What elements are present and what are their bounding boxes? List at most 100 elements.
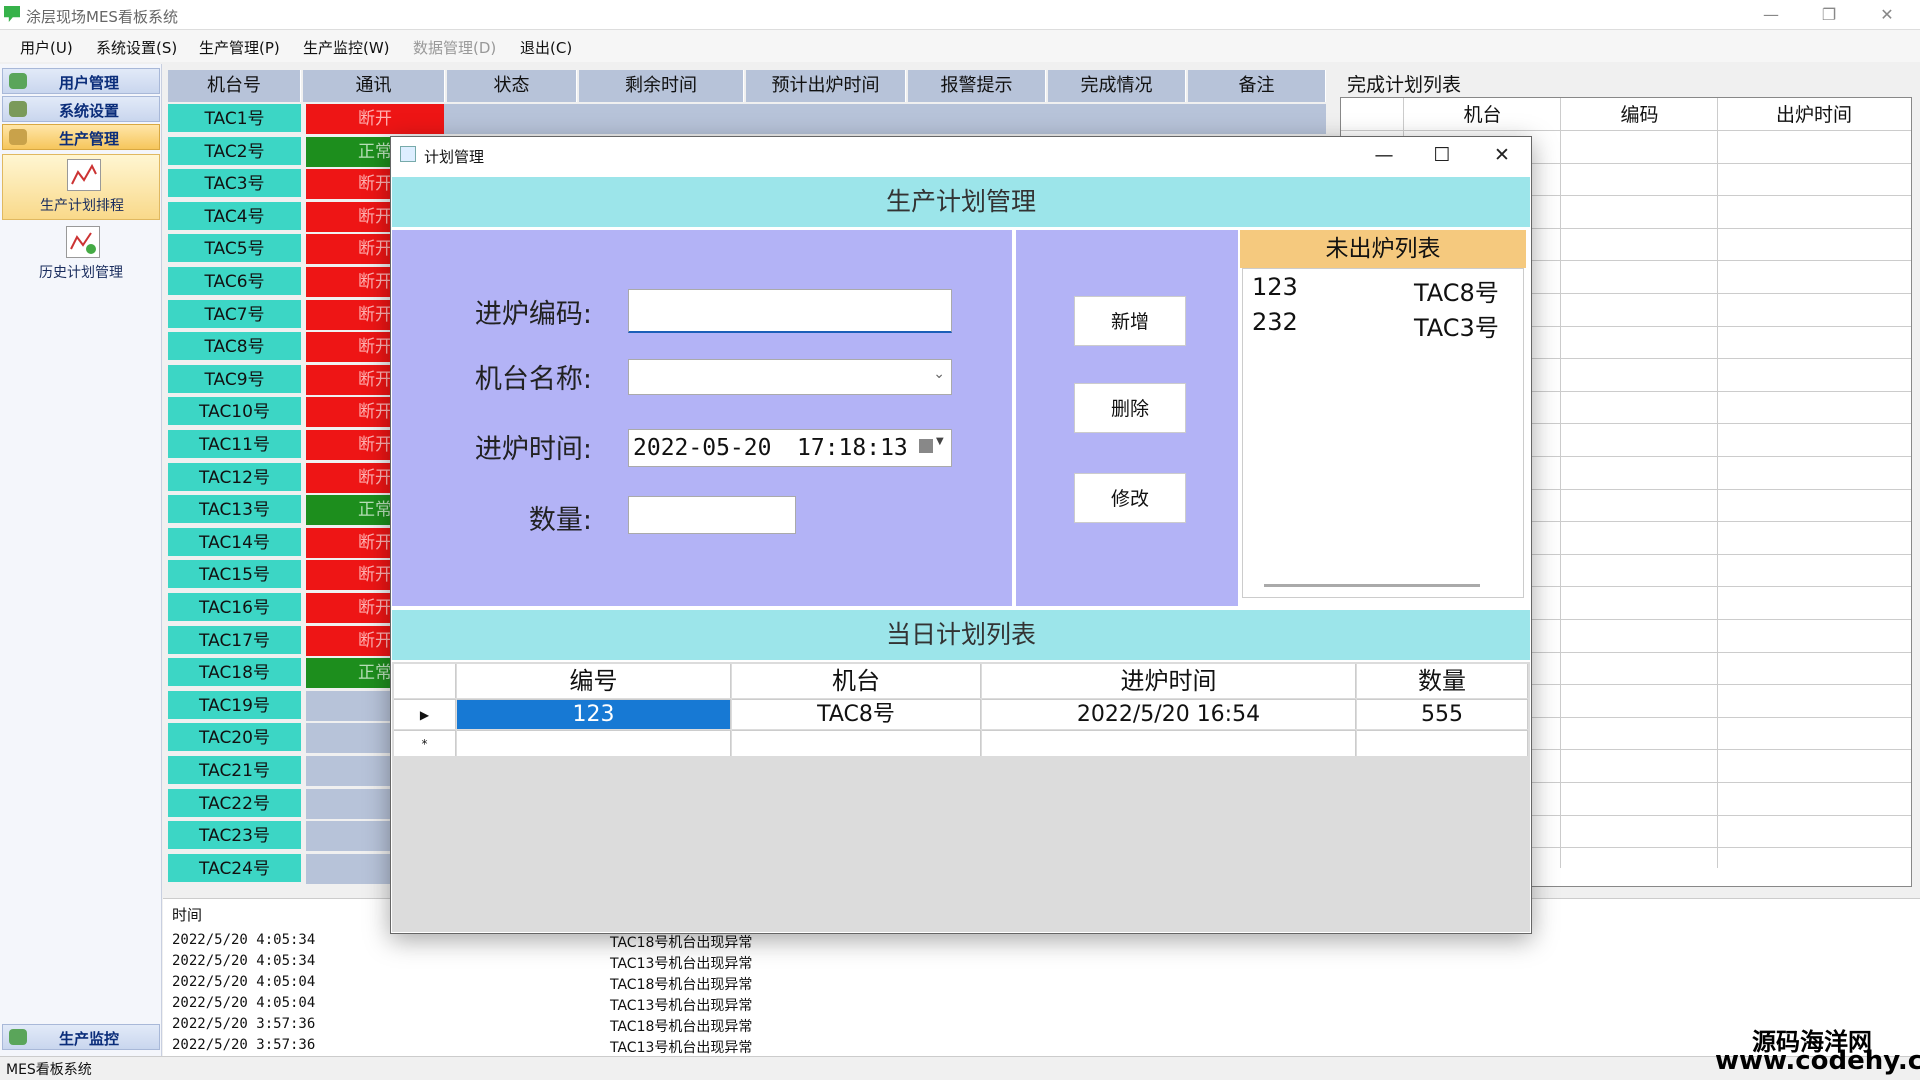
status-text: MES看板系统 (6, 1062, 92, 1078)
row-pointer-icon: ▶ (394, 699, 456, 729)
col-header-alarm[interactable]: 报警提示 (908, 70, 1046, 102)
pending-item-machine[interactable]: TAC8号 (1414, 273, 1499, 308)
today-col-qty[interactable]: 数量 (1357, 664, 1528, 698)
form-panel (392, 230, 1012, 606)
machine-name-cell[interactable]: TAC5号 (168, 234, 301, 265)
qty-input[interactable] (628, 496, 796, 534)
menu-production-management[interactable]: 生产管理(P) (199, 37, 280, 58)
log-time: 2022/5/20 4:05:04 (172, 995, 316, 1011)
today-col-machine[interactable]: 机台 (732, 664, 981, 698)
col-header-comm[interactable]: 通讯 (303, 70, 445, 102)
delete-button[interactable]: 删除 (1074, 383, 1186, 433)
add-button[interactable]: 新增 (1074, 296, 1186, 346)
machine-name-cell[interactable]: TAC4号 (168, 201, 301, 232)
nav-tile-plan-schedule[interactable]: 生产计划排程 (2, 154, 160, 220)
calendar-icon[interactable] (919, 439, 933, 453)
restore-icon[interactable]: ❐ (1806, 2, 1852, 28)
date-value: 2022-05-20 (633, 435, 772, 461)
col-header-eta[interactable]: 预计出炉时间 (746, 70, 906, 102)
gear-icon (9, 101, 27, 117)
machine-name-cell[interactable]: TAC22号 (168, 788, 301, 819)
machine-name-cell[interactable]: TAC9号 (168, 364, 301, 395)
dialog-close-icon[interactable]: ✕ (1474, 138, 1530, 172)
menu-system-settings[interactable]: 系统设置(S) (96, 37, 177, 58)
row-header-corner (394, 664, 456, 698)
clock-value: 17:18:13 (797, 435, 908, 461)
machine-name-cell[interactable]: TAC21号 (168, 756, 301, 786)
nav-section-system[interactable]: 系统设置 (2, 96, 160, 122)
comm-status-cell[interactable]: 断开 (306, 104, 444, 134)
nav-tile-history-plan[interactable]: 历史计划管理 (2, 222, 160, 288)
edit-button[interactable]: 修改 (1074, 473, 1186, 523)
close-icon[interactable]: ✕ (1864, 2, 1910, 28)
machine-select[interactable]: ⌄ (628, 359, 952, 395)
menu-production-monitor[interactable]: 生产监控(W) (303, 37, 390, 58)
machine-name-cell[interactable]: TAC6号 (168, 267, 301, 297)
menu-user[interactable]: 用户(U) (20, 37, 73, 58)
minimize-icon[interactable]: — (1748, 2, 1794, 28)
machine-name-cell[interactable]: TAC24号 (168, 853, 301, 884)
machine-name-cell[interactable]: TAC14号 (168, 527, 301, 558)
machine-name-cell[interactable]: TAC10号 (168, 397, 301, 428)
pending-item-machine[interactable]: TAC3号 (1414, 308, 1499, 343)
code-input[interactable] (628, 289, 952, 333)
log-time: 2022/5/20 3:57:36 (172, 1037, 316, 1053)
col-header-machine[interactable]: 机台号 (168, 70, 301, 102)
machine-label: 机台名称: (474, 364, 592, 395)
today-cell-qty[interactable]: 555 (1357, 699, 1528, 729)
pending-item-code[interactable]: 232 (1252, 308, 1298, 336)
done-col-code[interactable]: 编码 (1562, 100, 1717, 130)
today-col-code[interactable]: 编号 (457, 664, 731, 698)
nav-section-user[interactable]: 用户管理 (2, 68, 160, 94)
machine-name-cell[interactable]: TAC18号 (168, 658, 301, 689)
menu-data-management[interactable]: 数据管理(D) (413, 37, 496, 58)
today-cell-time[interactable]: 2022/5/20 16:54 (982, 699, 1356, 729)
machine-name-cell[interactable]: TAC3号 (168, 169, 301, 200)
machine-name-cell[interactable]: TAC15号 (168, 560, 301, 591)
row-detail-cells[interactable] (444, 104, 1326, 134)
machine-name-cell[interactable]: TAC11号 (168, 430, 301, 460)
col-header-completion[interactable]: 完成情况 (1048, 70, 1186, 102)
pending-scrollbar[interactable] (1264, 584, 1480, 587)
new-row-cell[interactable] (1357, 730, 1528, 756)
time-picker[interactable]: 2022-05-20 17:18:13 ▼ (628, 429, 952, 467)
nav-section-monitor[interactable]: 生产监控 (2, 1024, 160, 1050)
machine-name-cell[interactable]: TAC16号 (168, 593, 301, 623)
done-col-outtime[interactable]: 出炉时间 (1719, 100, 1909, 130)
col-header-remaining[interactable]: 剩余时间 (579, 70, 744, 102)
today-cell-machine[interactable]: TAC8号 (732, 699, 981, 729)
grid-line (1341, 130, 1911, 131)
dialog-minimize-icon[interactable]: — (1356, 138, 1412, 172)
code-label: 进炉编码: (474, 299, 592, 330)
nav-section-production[interactable]: 生产管理 (2, 124, 160, 150)
machine-name-cell[interactable]: TAC1号 (168, 104, 301, 134)
col-header-status[interactable]: 状态 (447, 70, 577, 102)
machine-name-cell[interactable]: TAC19号 (168, 690, 301, 721)
machine-name-cell[interactable]: TAC8号 (168, 332, 301, 363)
menu-exit[interactable]: 退出(C) (520, 37, 572, 58)
new-row-cell[interactable] (457, 730, 731, 756)
dialog-maximize-icon[interactable]: ☐ (1414, 138, 1470, 172)
machine-name-cell[interactable]: TAC13号 (168, 495, 301, 526)
dropdown-arrow-icon[interactable]: ▼ (936, 436, 944, 447)
log-time: 2022/5/20 4:05:34 (172, 953, 316, 969)
machine-name-cell[interactable]: TAC23号 (168, 821, 301, 852)
dialog-title: 计划管理 (424, 148, 485, 166)
machine-name-cell[interactable]: TAC17号 (168, 625, 301, 656)
today-col-time[interactable]: 进炉时间 (982, 664, 1356, 698)
log-message: TAC13号机台出现异常 (610, 1040, 753, 1056)
log-time: 2022/5/20 4:05:34 (172, 932, 316, 948)
chart-icon (67, 159, 101, 191)
machine-name-cell[interactable]: TAC12号 (168, 462, 301, 493)
machine-name-cell[interactable]: TAC20号 (168, 723, 301, 754)
new-row-cell[interactable] (732, 730, 981, 756)
today-cell-code[interactable]: 123 (457, 699, 731, 729)
col-header-remark[interactable]: 备注 (1188, 70, 1326, 102)
done-col-machine[interactable]: 机台 (1405, 100, 1560, 130)
pending-item-code[interactable]: 123 (1252, 273, 1298, 301)
machine-name-cell[interactable]: TAC7号 (168, 299, 301, 330)
machine-name-cell[interactable]: TAC2号 (168, 136, 301, 167)
new-row-cell[interactable] (982, 730, 1356, 756)
tools-icon (9, 129, 27, 145)
log-time: 2022/5/20 4:05:04 (172, 974, 316, 990)
